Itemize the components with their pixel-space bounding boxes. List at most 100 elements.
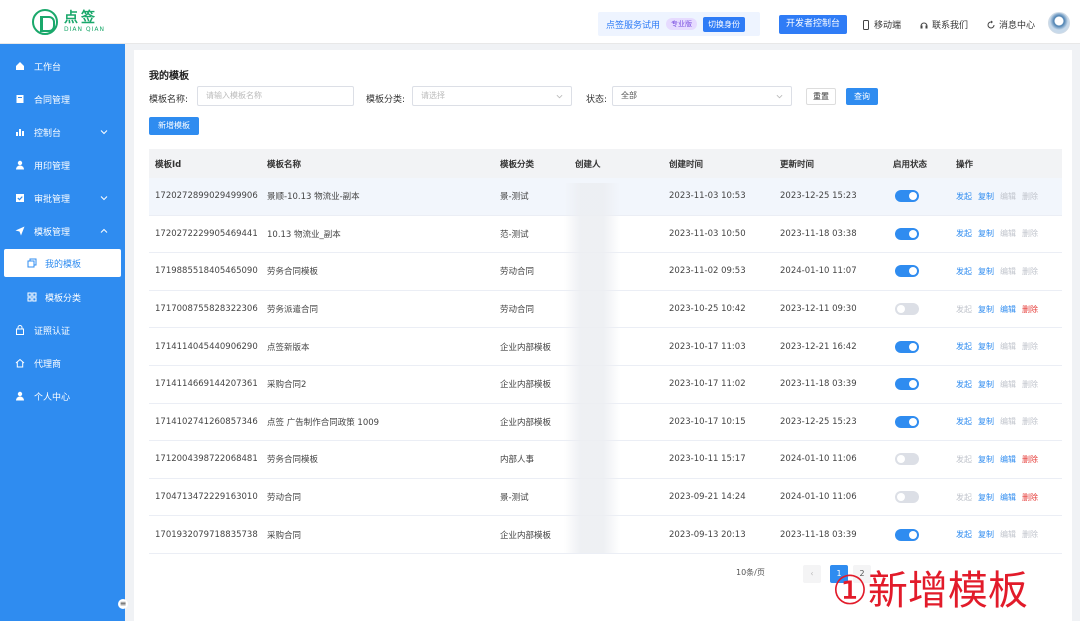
enabled-toggle[interactable] [895,340,919,353]
category-select[interactable]: 请选择 [412,86,572,106]
collapse-menu-icon[interactable]: ≡ [118,599,128,609]
reset-button[interactable]: 重置 [806,88,836,105]
sidebar-item-approval[interactable]: 审批管理 [0,184,125,212]
mobile-link[interactable]: 移动端 [861,18,901,31]
column-header: 启用状态 [893,159,928,170]
sidebar-item-templates[interactable]: 模板管理 [0,217,125,245]
cell-id: 1720272229905469441 [155,228,258,239]
sidebar-item-label: 我的模板 [45,259,82,270]
switch-identity-button[interactable]: 切换身份 [703,16,746,32]
copy-link[interactable]: 复制 [978,529,994,540]
start-link[interactable]: 发起 [956,304,972,315]
sidebar-item-certification[interactable]: 证照认证 [0,316,125,344]
edit-link[interactable]: 编辑 [1000,341,1016,352]
cell-name: 采购合同 [267,530,302,541]
template-name-input[interactable]: 请输入模板名称 [197,86,354,106]
copy-link[interactable]: 复制 [978,492,994,503]
contact-link[interactable]: 联系我们 [919,18,968,31]
add-template-button[interactable]: 新增模板 [149,117,199,135]
cell-id: 1704713472229163010 [155,492,258,503]
edit-link[interactable]: 编辑 [1000,416,1016,427]
start-link[interactable]: 发起 [956,266,972,277]
copy-link[interactable]: 复制 [978,416,994,427]
sidebar-item-seal[interactable]: 用印管理 [0,151,125,179]
start-link[interactable]: 发起 [956,416,972,427]
delete-link[interactable]: 删除 [1022,416,1038,427]
sidebar-item-workbench[interactable]: 工作台 [0,52,125,80]
start-link[interactable]: 发起 [956,341,972,352]
delete-link[interactable]: 删除 [1022,304,1038,315]
sidebar-item-label: 用印管理 [34,161,71,172]
delete-link[interactable]: 删除 [1022,492,1038,503]
delete-link[interactable]: 删除 [1022,266,1038,277]
enabled-toggle[interactable] [895,265,919,278]
enabled-toggle[interactable] [895,190,919,203]
cell-category: 劳动合同 [500,305,535,316]
sidebar-item-label: 个人中心 [34,392,71,403]
copy-link[interactable]: 复制 [978,341,994,352]
start-link[interactable]: 发起 [956,228,972,239]
column-header: 模板分类 [500,159,535,170]
enabled-toggle[interactable] [895,453,919,466]
enabled-toggle[interactable] [895,491,919,504]
cell-id: 1720272899029499906 [155,191,258,202]
cell-category: 景-测试 [500,493,529,504]
edit-link[interactable]: 编辑 [1000,529,1016,540]
cell-created: 2023-10-25 10:42 [669,304,746,315]
start-link[interactable]: 发起 [956,454,972,465]
delete-link[interactable]: 删除 [1022,454,1038,465]
delete-link[interactable]: 删除 [1022,379,1038,390]
enabled-toggle[interactable] [895,303,919,316]
cell-name: 劳动合同 [267,493,302,504]
copy-link[interactable]: 复制 [978,304,994,315]
developer-console-button[interactable]: 开发者控制台 [779,15,848,34]
copy-link[interactable]: 复制 [978,454,994,465]
query-button[interactable]: 查询 [846,88,878,105]
sidebar-item-my-templates[interactable]: 我的模板 [4,249,121,277]
copy-link[interactable]: 复制 [978,228,994,239]
cell-name: 点签 广告制作合同政策 1009 [267,417,380,428]
cell-created: 2023-10-11 15:17 [669,454,746,465]
status-select[interactable]: 全部 [612,86,792,106]
copy-link[interactable]: 复制 [978,379,994,390]
edit-link[interactable]: 编辑 [1000,379,1016,390]
cell-id: 1712004398722068481 [155,454,258,465]
message-center-link[interactable]: 消息中心 [986,18,1035,31]
start-link[interactable]: 发起 [956,492,972,503]
delete-link[interactable]: 删除 [1022,228,1038,239]
copy-link[interactable]: 复制 [978,266,994,277]
sidebar-item-agent[interactable]: 代理商 [0,349,125,377]
copy-icon [27,258,37,268]
enabled-toggle[interactable] [895,227,919,240]
edit-link[interactable]: 编辑 [1000,304,1016,315]
sidebar-item-contracts[interactable]: 合同管理 [0,85,125,113]
delete-link[interactable]: 删除 [1022,529,1038,540]
delete-link[interactable]: 删除 [1022,341,1038,352]
edit-link[interactable]: 编辑 [1000,266,1016,277]
edit-link[interactable]: 编辑 [1000,228,1016,239]
copy-link[interactable]: 复制 [978,191,994,202]
sidebar-item-console[interactable]: 控制台 [0,118,125,146]
page-size-select[interactable]: 10条/页 [732,564,769,582]
status-value: 全部 [621,91,637,100]
cell-category: 范-测试 [500,229,529,240]
delete-link[interactable]: 删除 [1022,191,1038,202]
edit-link[interactable]: 编辑 [1000,454,1016,465]
start-link[interactable]: 发起 [956,529,972,540]
prev-page-button[interactable]: ‹ [803,565,821,583]
enabled-toggle[interactable] [895,378,919,391]
enabled-toggle[interactable] [895,415,919,428]
avatar[interactable] [1048,12,1070,34]
edit-link[interactable]: 编辑 [1000,492,1016,503]
start-link[interactable]: 发起 [956,379,972,390]
cell-actions: 发起 复制 编辑 删除 [956,216,1044,253]
brand-logo[interactable]: 点签 DIAN QIAN [32,9,105,35]
sidebar-item-profile[interactable]: 个人中心 [0,382,125,410]
sidebar-item-template-categories[interactable]: 模板分类 [0,283,125,311]
cell-category: 内部人事 [500,455,535,466]
enabled-toggle[interactable] [895,528,919,541]
start-link[interactable]: 发起 [956,191,972,202]
edit-link[interactable]: 编辑 [1000,191,1016,202]
person-icon [16,391,24,401]
column-header: 创建时间 [669,159,704,170]
